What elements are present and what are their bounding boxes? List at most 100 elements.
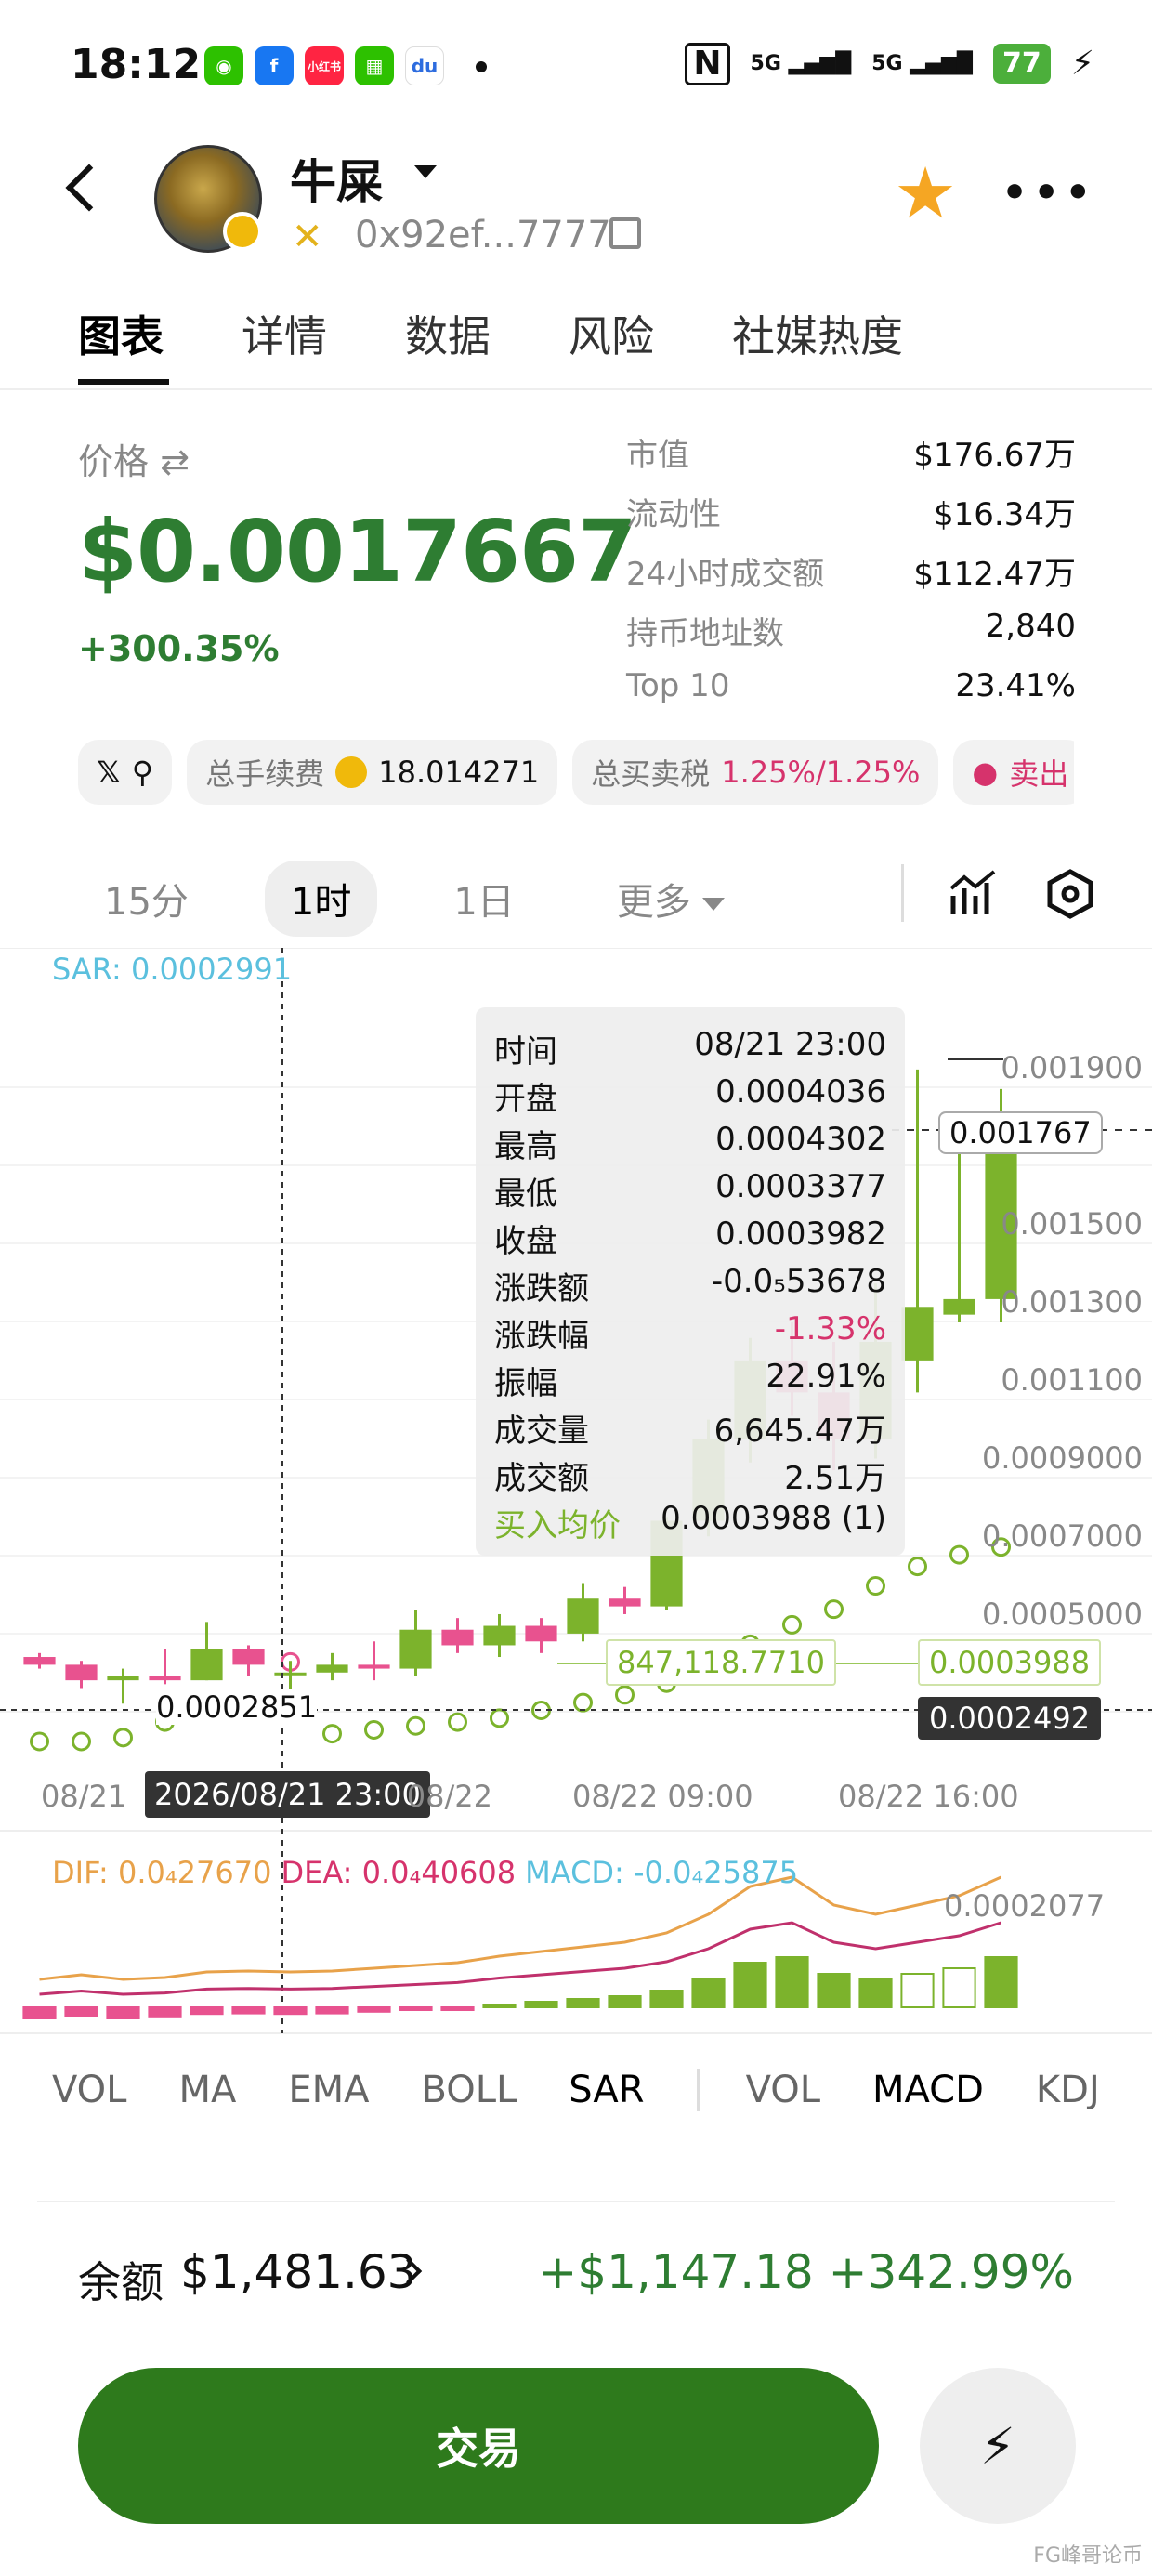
copy-icon[interactable] <box>609 217 641 249</box>
stat-holders: 持币地址数 2,840 <box>626 608 1076 667</box>
ind-boll[interactable]: BOLL <box>421 2069 517 2111</box>
tab-data[interactable]: 数据 <box>405 303 491 364</box>
tooltip-key: 最高 <box>494 1128 557 1165</box>
x-tick: 08/22 02:00 <box>409 1779 492 1814</box>
back-button[interactable] <box>65 164 113 212</box>
token-name[interactable]: 牛屎 <box>290 145 383 212</box>
tab-details[interactable]: 详情 <box>242 303 327 364</box>
settings-hexagon-icon[interactable] <box>1044 868 1096 920</box>
sell-chip[interactable]: ● 卖出 <box>953 740 1074 805</box>
avg-buy-price-tag: 0.0003988 <box>918 1639 1102 1686</box>
charging-icon: ⚡ <box>1070 45 1094 84</box>
interval-15m[interactable]: 15分 <box>78 861 215 937</box>
tab-social[interactable]: 社媒热度 <box>732 303 903 364</box>
sar-dot <box>782 1614 802 1635</box>
stat-top10: Top 10 23.41% <box>626 667 1076 727</box>
total-fee-chip[interactable]: 总手续费 18.014271 <box>187 740 558 805</box>
active-tab-indicator <box>78 379 169 385</box>
tooltip-row: 时间 08/21 23:00 <box>494 1026 886 1073</box>
stat-label: 24小时成交额 <box>626 556 825 593</box>
interval-more-label: 更多 <box>616 881 691 924</box>
y-tick: 0.001500 <box>1001 1206 1143 1242</box>
interval-1h[interactable]: 1时 <box>264 861 378 937</box>
macd-bar <box>190 2006 224 2016</box>
sar-dot <box>448 1712 467 1732</box>
ind-kdj[interactable]: KDJ <box>1036 2069 1100 2111</box>
search-social-chip[interactable]: 𝕏 ⚲ <box>78 740 173 805</box>
tooltip-key: 时间 <box>494 1033 557 1071</box>
tooltip-value: 0.0003982 <box>715 1216 886 1253</box>
macd-dif-line <box>39 1875 1002 1981</box>
ind-ma[interactable]: MA <box>178 2069 236 2111</box>
balance-value[interactable]: $1,481.63 <box>180 2245 416 2299</box>
interval-1d[interactable]: 1日 <box>427 861 540 937</box>
bnb-coin-icon <box>335 756 368 788</box>
tooltip-row: 振幅 22.91% <box>494 1358 886 1405</box>
interval-more[interactable]: 更多 <box>591 861 751 937</box>
tooltip-value: -0.0₅53678 <box>711 1263 886 1300</box>
macd-bar <box>900 1973 935 2008</box>
search-icon: ⚲ <box>131 755 154 790</box>
bnb-chain-badge-icon <box>223 212 262 251</box>
battery-level: 77 <box>992 44 1051 85</box>
ind-macd[interactable]: MACD <box>872 2069 984 2111</box>
signal2-icon: 5G ▂▄▆█ <box>871 52 973 76</box>
token-switch-caret-icon[interactable] <box>414 165 437 178</box>
indicator-tabs: VOL MA EMA BOLL SAR VOL MACD KDJ <box>52 2069 1100 2111</box>
macd-bar <box>64 2006 98 2017</box>
macd-bar <box>148 2006 182 2018</box>
x-tick: 08/22 16:00 <box>838 1779 1019 1814</box>
stat-label: 市值 <box>626 437 689 474</box>
ind-ema[interactable]: EMA <box>288 2069 369 2111</box>
macd-bar <box>399 2006 433 2011</box>
macd-bar <box>106 2006 140 2019</box>
x-logo-icon: 𝕏 <box>97 755 121 790</box>
tax-chip[interactable]: 总买卖税 1.25%/1.25% <box>572 740 939 805</box>
candle-body <box>399 1629 432 1669</box>
swap-icon[interactable]: ⇄ <box>160 441 190 482</box>
crosshair-time-label: 2026/08/21 23:00 <box>145 1771 430 1818</box>
more-options-icon[interactable]: ••• <box>1001 173 1096 214</box>
candle-body <box>65 1664 98 1681</box>
macd-bar <box>858 1978 893 2008</box>
tab-chart[interactable]: 图表 <box>78 303 164 364</box>
candle-body <box>358 1664 390 1669</box>
chef-hat-icon: ● <box>972 755 999 790</box>
x-tick: 08/21 <box>41 1779 127 1814</box>
y-tick: 0.001300 <box>1001 1284 1143 1320</box>
tooltip-key: 涨跌幅 <box>494 1318 589 1355</box>
macd-bar <box>984 1956 1018 2008</box>
macd-bar <box>524 2001 558 2008</box>
candle-body <box>483 1625 516 1646</box>
candle-body <box>525 1625 557 1642</box>
indicator-chart-icon[interactable] <box>948 868 998 918</box>
macd-dea-label: DEA: 0.0₄40608 <box>281 1855 517 1890</box>
ind-sub-vol[interactable]: VOL <box>746 2069 820 2111</box>
tooltip-key: 涨跌额 <box>494 1270 589 1308</box>
price-label[interactable]: 价格 ⇄ <box>78 433 190 484</box>
tooltip-key: 振幅 <box>494 1365 557 1402</box>
stat-label: 流动性 <box>626 496 721 533</box>
interval-selector: 15分 1时 1日 更多 <box>78 861 751 937</box>
stat-label: Top 10 <box>626 667 730 704</box>
tab-risk[interactable]: 风险 <box>569 303 654 364</box>
macd-max-label: 0.0002077 <box>944 1888 1106 1924</box>
macd-dif-label: DIF: 0.0₄27670 <box>52 1855 272 1890</box>
trade-button[interactable]: 交易 <box>78 2368 879 2524</box>
chain-logo-icon: ✕ <box>292 216 323 258</box>
tooltip-row: 成交量 6,645.47万 <box>494 1405 886 1452</box>
ind-sar[interactable]: SAR <box>569 2069 644 2111</box>
stat-label: 持币地址数 <box>626 615 784 652</box>
stat-value: $16.34万 <box>934 496 1076 533</box>
macd-bar <box>231 2006 266 2015</box>
quick-trade-flash-icon[interactable]: ⚡ <box>920 2368 1076 2524</box>
balance-label: 余额 <box>78 2257 164 2307</box>
divider <box>696 2069 700 2111</box>
tooltip-row: 买入均价 0.0003988 (1) <box>494 1500 886 1547</box>
ind-vol[interactable]: VOL <box>52 2069 126 2111</box>
favorite-star-icon[interactable]: ★ <box>894 158 957 229</box>
macd-bar <box>691 1978 726 2008</box>
tooltip-key: 买入均价 <box>494 1507 621 1544</box>
crosshair-price-label: 0.0002851 <box>156 1689 318 1725</box>
chip-label: 卖出 <box>1009 756 1069 792</box>
